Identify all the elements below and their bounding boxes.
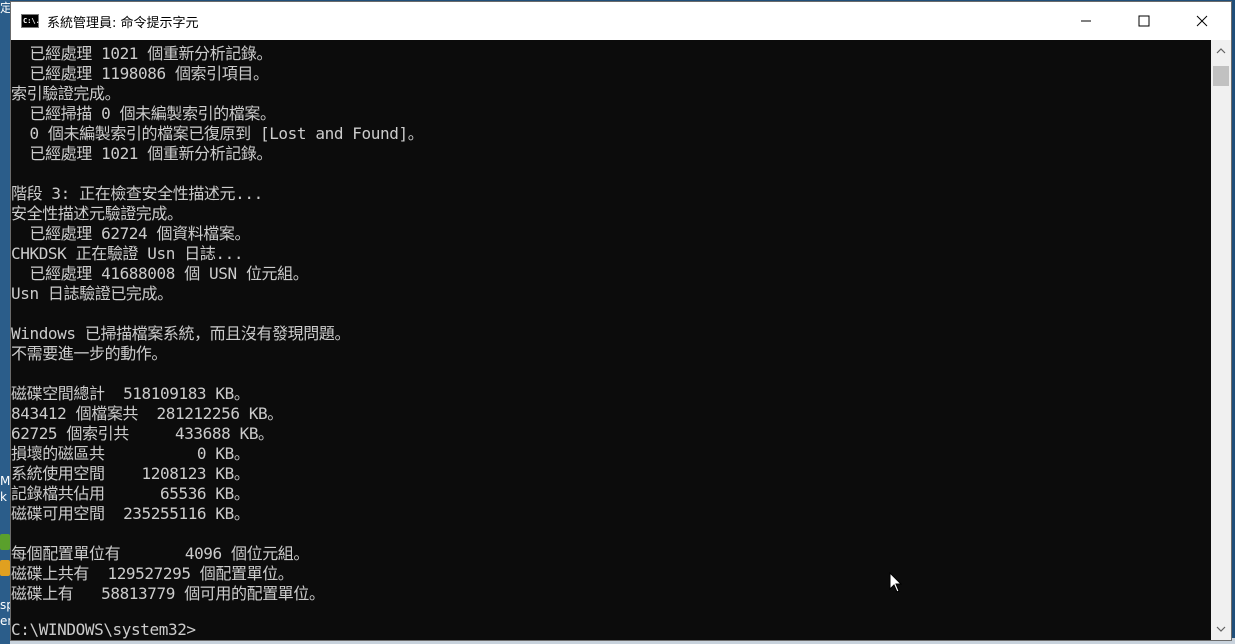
desktop-icon-label: M bbox=[0, 474, 11, 488]
console-line: 磁碟上共有 129527295 個配置單位。 bbox=[11, 564, 294, 583]
desktop-app-icon[interactable] bbox=[0, 560, 10, 576]
console-line: 安全性描述元驗證完成。 bbox=[11, 204, 183, 223]
vertical-scrollbar[interactable] bbox=[1211, 40, 1231, 640]
scrollbar-thumb[interactable] bbox=[1213, 66, 1229, 86]
console-line: 0 個未編製索引的檔案已復原到 [Lost and Found]。 bbox=[11, 124, 424, 143]
console-line: 已經處理 1021 個重新分析記錄。 bbox=[11, 144, 273, 163]
console-line: 每個配置單位有 4096 個位元組。 bbox=[11, 544, 309, 563]
scroll-down-button[interactable] bbox=[1211, 620, 1231, 638]
console-line: CHKDSK 正在驗證 Usn 日誌... bbox=[11, 244, 244, 263]
title-bar[interactable]: C:\. 系統管理員: 命令提示字元 bbox=[11, 2, 1231, 40]
console-line: 磁碟空間總計 518109183 KB。 bbox=[11, 384, 250, 403]
close-button[interactable] bbox=[1173, 2, 1231, 40]
scroll-up-button[interactable] bbox=[1211, 42, 1231, 60]
console-line: 843412 個檔案共 281212256 KB。 bbox=[11, 404, 283, 423]
console-line: Windows 已掃描檔案系統，而且沒有發現問題。 bbox=[11, 324, 351, 343]
desktop-app-icon[interactable] bbox=[0, 534, 10, 550]
command-prompt-window: C:\. 系統管理員: 命令提示字元 已經處理 1021 個重新分析記錄。 已經… bbox=[10, 1, 1232, 641]
console-line: Usn 日誌驗證已完成。 bbox=[11, 284, 173, 303]
maximize-button[interactable] bbox=[1115, 2, 1173, 40]
console-line: 已經掃描 0 個未編製索引的檔案。 bbox=[11, 104, 276, 123]
chevron-down-icon bbox=[1216, 626, 1226, 632]
command-prompt-line[interactable]: C:\WINDOWS\system32> bbox=[11, 620, 196, 640]
maximize-icon bbox=[1138, 15, 1150, 27]
minimize-button[interactable] bbox=[1057, 2, 1115, 40]
console-output[interactable]: 已經處理 1021 個重新分析記錄。 已經處理 1198086 個索引項目。 索… bbox=[11, 40, 1211, 640]
desktop-icon-label: k bbox=[0, 490, 7, 504]
chevron-up-icon bbox=[1216, 48, 1226, 54]
console-line: 損壞的磁區共 0 KB。 bbox=[11, 444, 250, 463]
console-line: 索引驗證完成。 bbox=[11, 84, 121, 103]
console-line: 磁碟上有 58813779 個可用的配置單位。 bbox=[11, 584, 325, 603]
console-line: 已經處理 1021 個重新分析記錄。 bbox=[11, 44, 273, 63]
console-line: 已經處理 62724 個資料檔案。 bbox=[11, 224, 251, 243]
console-line: 已經處理 1198086 個索引項目。 bbox=[11, 64, 269, 83]
window-controls bbox=[1057, 2, 1231, 40]
console-line: 不需要進一步的動作。 bbox=[11, 344, 168, 363]
console-line: 62725 個索引共 433688 KB。 bbox=[11, 424, 274, 443]
mouse-pointer-icon bbox=[889, 572, 903, 593]
console-line: 階段 3: 正在檢查安全性描述元... bbox=[11, 184, 263, 203]
console-line: 磁碟可用空間 235255116 KB。 bbox=[11, 504, 250, 523]
console-line: 記錄檔共佔用 65536 KB。 bbox=[11, 484, 250, 503]
close-icon bbox=[1196, 15, 1208, 27]
console-app-icon[interactable]: C:\. bbox=[21, 14, 40, 28]
console-line: 系統使用空間 1208123 KB。 bbox=[11, 464, 250, 483]
minimize-icon bbox=[1081, 20, 1091, 22]
window-title: 系統管理員: 命令提示字元 bbox=[47, 15, 199, 31]
console-line: 已經處理 41688008 個 USN 位元組。 bbox=[11, 264, 309, 283]
